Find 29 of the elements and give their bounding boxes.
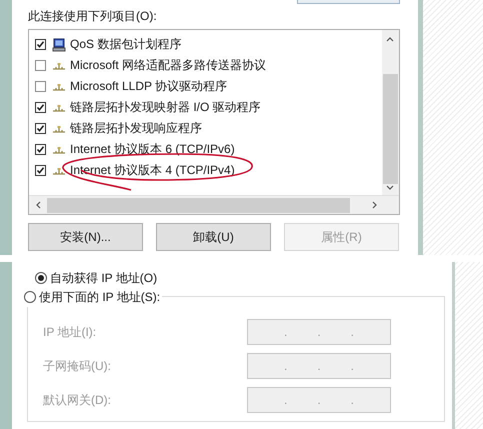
field-label: 子网掩码(U): <box>43 358 112 374</box>
radio-button[interactable] <box>24 291 36 303</box>
item-label[interactable]: Internet 协议版本 6 (TCP/IPv6) <box>70 141 235 158</box>
checkbox[interactable] <box>35 102 46 113</box>
checkbox[interactable] <box>35 165 46 176</box>
checkbox[interactable] <box>35 39 46 50</box>
item-label[interactable]: QoS 数据包计划程序 <box>70 36 182 53</box>
checkbox[interactable] <box>35 144 46 155</box>
horizontal-scrollbar[interactable] <box>29 195 399 214</box>
computer-icon <box>52 38 66 52</box>
radio-button[interactable] <box>35 272 47 284</box>
item-label[interactable]: 链路层拓扑发现映射器 I/O 驱动程序 <box>70 99 261 116</box>
dialog-button[interactable]: 安装(N)... <box>28 223 143 251</box>
item-label[interactable]: 链路层拓扑发现响应程序 <box>70 120 202 137</box>
scroll-up-icon[interactable] <box>386 35 394 43</box>
item-label[interactable]: Microsoft LLDP 协议驱动程序 <box>70 78 228 95</box>
dialog-button[interactable]: 卸载(U) <box>156 223 271 251</box>
item-label[interactable]: Internet 协议版本 4 (TCP/IPv4) <box>70 162 235 179</box>
checkbox[interactable] <box>35 123 46 134</box>
field-label: 默认网关(D): <box>43 392 112 408</box>
scroll-down-icon[interactable] <box>386 184 394 192</box>
checkbox[interactable] <box>35 81 46 92</box>
field-label: IP 地址(I): <box>43 324 98 340</box>
scroll-left-icon[interactable] <box>34 201 42 209</box>
vertical-scrollbar[interactable] <box>382 30 399 196</box>
checkbox[interactable] <box>35 60 46 71</box>
scroll-right-icon[interactable] <box>371 201 379 209</box>
item-label[interactable]: Microsoft 网络适配器多路传送器协议 <box>70 57 266 74</box>
components-label: 此连接使用下列项目(O): <box>28 9 157 23</box>
